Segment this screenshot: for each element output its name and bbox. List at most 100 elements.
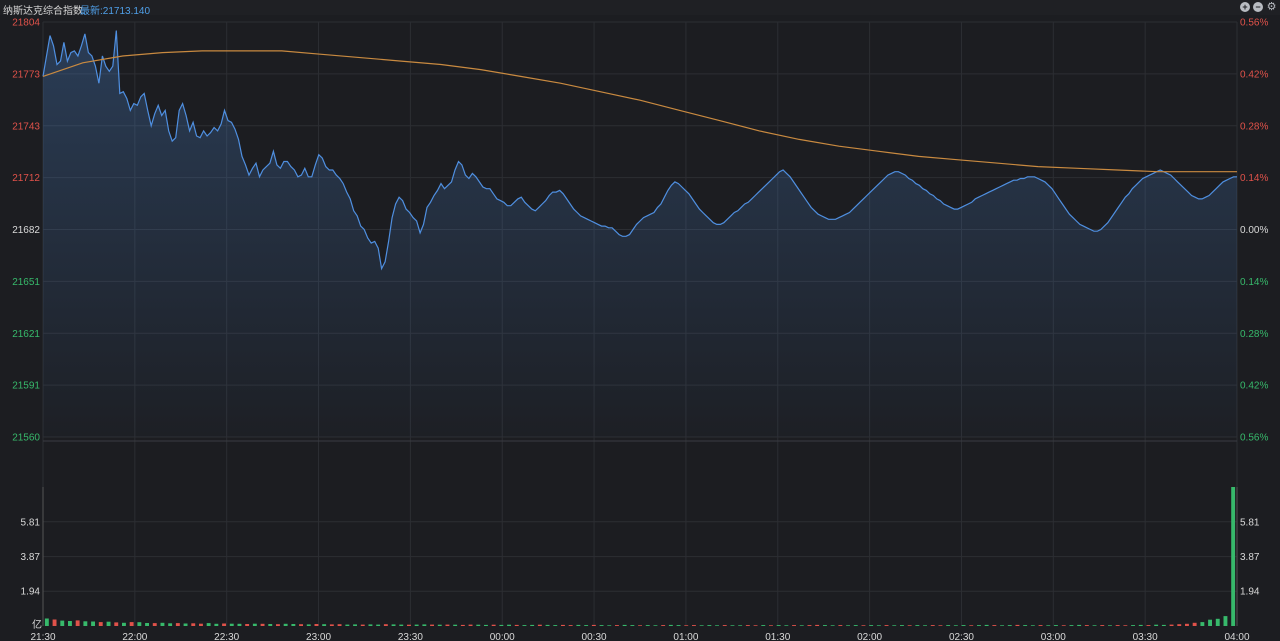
percent-tick-label: 0.56% [1240, 18, 1268, 29]
volume-bar [830, 625, 835, 626]
volume-bar [237, 623, 242, 626]
volume-bar [1185, 623, 1189, 626]
volume-bar [68, 621, 72, 626]
volume-bar [861, 625, 866, 626]
volume-bar [491, 624, 496, 626]
volume-tick-label-right: 3.87 [1240, 552, 1260, 563]
volume-bar [1046, 625, 1051, 626]
volume-bar [1200, 622, 1205, 626]
volume-bar [622, 624, 627, 626]
volume-bar [44, 618, 49, 626]
volume-bar [815, 624, 820, 626]
volume-bar [245, 624, 250, 626]
volume-bar [1092, 625, 1097, 626]
percent-tick-label: 0.28% [1240, 329, 1268, 340]
time-tick-label: 02:30 [949, 632, 974, 641]
time-tick-label: 02:00 [857, 632, 882, 641]
volume-bar [1054, 625, 1058, 626]
volume-bar [1215, 618, 1220, 626]
percent-tick-label: 0.42% [1240, 69, 1268, 80]
volume-bar [892, 625, 897, 626]
volume-bar [707, 625, 712, 626]
volume-bar [1146, 625, 1151, 626]
volume-bar [345, 624, 350, 626]
price-tick-label: 21743 [12, 121, 40, 132]
volume-bar [530, 624, 535, 626]
volume-tick-label: 5.81 [21, 517, 41, 528]
volume-bar [545, 624, 550, 626]
volume-bar [876, 625, 881, 626]
volume-bar [368, 624, 373, 626]
volume-bar [753, 625, 758, 626]
volume-bar [668, 624, 673, 626]
volume-bar [684, 625, 689, 626]
time-tick-label: 23:00 [306, 632, 331, 641]
volume-bar [653, 625, 658, 626]
time-tick-label: 03:30 [1133, 632, 1158, 641]
volume-bar [168, 623, 173, 626]
percent-tick-label: 0.28% [1240, 121, 1268, 132]
volume-bar [229, 623, 234, 626]
volume-bar [114, 622, 119, 626]
volume-bar [1231, 487, 1236, 626]
volume-bar [761, 625, 766, 626]
volume-bar [353, 624, 357, 626]
price-tick-label: 21651 [12, 277, 40, 288]
volume-bar [1023, 625, 1028, 626]
volume-bar [838, 625, 843, 626]
price-tick-label: 21560 [12, 433, 40, 444]
price-area [43, 30, 1237, 437]
volume-bar [137, 622, 142, 626]
volume-bar [884, 625, 889, 626]
time-tick-label: 22:30 [214, 632, 239, 641]
volume-bar [1192, 622, 1197, 626]
volume-bar [1154, 624, 1159, 626]
volume-bar [1084, 625, 1089, 626]
time-tick-label: 01:00 [673, 632, 698, 641]
volume-bar [52, 619, 57, 626]
volume-bar [1223, 616, 1228, 626]
percent-tick-label: 0.14% [1240, 173, 1268, 184]
volume-bar [484, 624, 488, 626]
volume-bar [1169, 624, 1174, 626]
volume-bar [615, 625, 619, 626]
volume-bar [792, 625, 796, 626]
volume-bar [1069, 625, 1074, 626]
volume-bar [145, 623, 149, 626]
volume-bar [337, 624, 342, 626]
volume-bar [553, 625, 558, 626]
volume-bar [969, 625, 974, 626]
volume-bar [769, 625, 773, 626]
percent-tick-label: 0.00% [1240, 225, 1268, 236]
volume-tick-label-right: 5.81 [1240, 517, 1260, 528]
percent-tick-label: 0.14% [1240, 277, 1268, 288]
volume-bar [1177, 624, 1182, 626]
volume-bar [946, 625, 951, 626]
volume-bar [930, 625, 935, 626]
volume-bar [283, 623, 288, 626]
volume-bar [75, 620, 80, 626]
price-area-fill [43, 30, 1237, 437]
volume-bar [661, 625, 666, 626]
volume-bar [676, 625, 681, 626]
volume-bar [445, 624, 450, 626]
volume-bar [1030, 625, 1035, 626]
volume-bar [992, 625, 997, 626]
time-tick-label: 22:00 [122, 632, 147, 641]
volume-bar [722, 625, 727, 626]
volume-bar [322, 624, 327, 626]
volume-bar [823, 625, 827, 626]
volume-bar [122, 622, 126, 626]
volume-bar [430, 624, 434, 626]
volume-bar [692, 625, 696, 626]
volume-bar [599, 625, 604, 626]
volume-bar [399, 624, 404, 626]
time-tick-label: 03:00 [1041, 632, 1066, 641]
volume-bar [1000, 625, 1004, 626]
volume-bar [591, 624, 596, 626]
volume-tick-label: 1.94 [21, 587, 41, 598]
volume-bar [268, 624, 273, 626]
volume-bar [907, 625, 912, 626]
volume-bar [869, 625, 874, 626]
volume-bar [1123, 625, 1128, 626]
